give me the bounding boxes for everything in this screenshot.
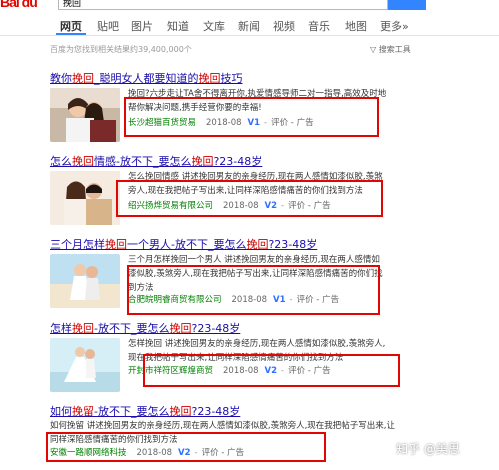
result-thumbnail[interactable] [50, 338, 120, 392]
highlight-box [124, 97, 379, 137]
result-title[interactable]: 怎么挽回情感-放不下_要怎么挽回?23-48岁 [50, 153, 262, 169]
baidu-logo[interactable]: Bai du [0, 0, 50, 10]
result-title[interactable]: 怎样挽回-放不下_要怎么挽回?23-48岁 [50, 320, 240, 336]
tab-tieba[interactable]: 贴吧 [97, 18, 119, 34]
highlight-box [46, 432, 326, 462]
tab-news[interactable]: 新闻 [238, 18, 260, 34]
result-thumbnail[interactable] [50, 171, 120, 225]
search-tools-link[interactable]: ▽ 搜索工具 [370, 44, 411, 55]
result-title[interactable]: 如何挽留-放不下_要怎么挽回?23-48岁 [50, 403, 240, 419]
top-search-bar: Bai du [0, 0, 499, 12]
zhihu-watermark: 知乎 @美思 [396, 442, 460, 456]
search-input[interactable] [59, 0, 387, 9]
tab-more[interactable]: 更多» [380, 18, 409, 34]
active-tab-indicator [56, 33, 86, 35]
tab-wenku[interactable]: 文库 [203, 18, 225, 34]
highlight-box [127, 265, 380, 315]
highlight-box [116, 180, 383, 217]
search-box[interactable] [58, 0, 388, 10]
result-thumbnail[interactable] [50, 88, 120, 142]
tab-images[interactable]: 图片 [131, 18, 153, 34]
search-button[interactable] [388, 0, 426, 10]
tab-map[interactable]: 地图 [345, 18, 367, 34]
tab-music[interactable]: 音乐 [308, 18, 330, 34]
result-title[interactable]: 三个月怎样挽回一个男人-放不下_要怎么挽回?23-48岁 [50, 236, 317, 252]
tab-video[interactable]: 视频 [273, 18, 295, 34]
result-count: 百度为您找到相关结果约39,400,000个 [50, 45, 192, 54]
result-thumbnail[interactable] [50, 254, 120, 308]
search-tools-icon: ▽ [370, 45, 377, 54]
highlight-box [143, 354, 400, 387]
result-title[interactable]: 教你挽回_聪明女人都要知道的挽回技巧 [50, 70, 243, 86]
tab-zhidao[interactable]: 知道 [167, 18, 189, 34]
tab-web[interactable]: 网页 [60, 18, 82, 34]
